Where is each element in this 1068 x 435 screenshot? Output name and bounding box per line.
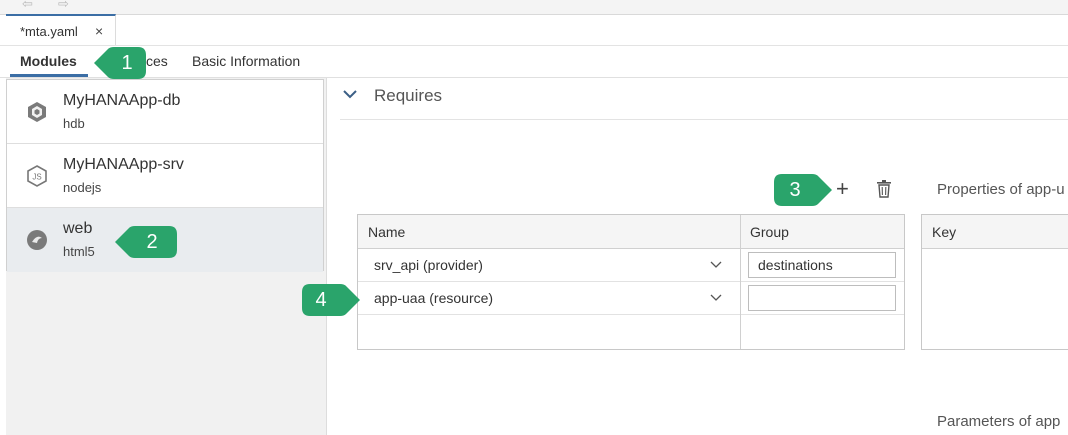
forward-arrow-icon[interactable]: ⇨ bbox=[58, 0, 69, 12]
chevron-down-icon[interactable] bbox=[710, 291, 722, 303]
group-input[interactable] bbox=[748, 285, 896, 311]
name-dropdown-value[interactable]: srv_api (provider) bbox=[374, 257, 483, 273]
nodejs-icon: JS bbox=[27, 165, 47, 187]
table-row[interactable]: app-uaa (resource) bbox=[358, 282, 904, 315]
requires-title: Requires bbox=[374, 86, 443, 105]
column-header-group: Group bbox=[750, 224, 789, 240]
table-header: Key bbox=[922, 215, 1068, 249]
chevron-down-icon[interactable] bbox=[710, 258, 722, 270]
callout-3: 3 bbox=[770, 170, 832, 210]
table-row-empty[interactable] bbox=[358, 315, 904, 348]
divider bbox=[340, 119, 1068, 120]
html5-icon bbox=[27, 230, 47, 250]
file-tab-mta-yaml[interactable]: *mta.yaml × bbox=[6, 14, 116, 45]
add-icon[interactable]: + bbox=[836, 178, 849, 200]
close-icon[interactable]: × bbox=[95, 23, 103, 39]
svg-text:JS: JS bbox=[32, 173, 41, 182]
module-name: web bbox=[63, 220, 93, 237]
module-item-db[interactable]: MyHANAApp-db hdb bbox=[7, 80, 323, 144]
callout-4: 4 bbox=[298, 280, 360, 320]
requires-table: Name Group srv_api (provider) app-uaa (r… bbox=[357, 214, 905, 350]
tab-modules[interactable]: Modules bbox=[20, 53, 77, 69]
properties-table: Key bbox=[921, 214, 1068, 350]
table-row[interactable]: srv_api (provider) bbox=[358, 249, 904, 282]
column-header-name: Name bbox=[368, 224, 406, 240]
module-type: nodejs bbox=[63, 180, 102, 195]
table-header: Name Group bbox=[358, 215, 904, 249]
back-arrow-icon[interactable]: ⇦ bbox=[22, 0, 33, 12]
file-tab-label: *mta.yaml bbox=[20, 24, 78, 39]
tab-basic-information[interactable]: Basic Information bbox=[192, 53, 300, 69]
hdb-cube-icon bbox=[28, 102, 46, 122]
properties-title: Properties of app-u bbox=[937, 181, 1065, 198]
column-header-key: Key bbox=[932, 224, 957, 240]
module-name: MyHANAApp-db bbox=[63, 92, 181, 109]
top-toolbar-strip: ⇦ ⇨ bbox=[0, 0, 1068, 15]
module-item-srv[interactable]: JS MyHANAApp-srv nodejs bbox=[7, 144, 323, 208]
group-input[interactable] bbox=[748, 252, 896, 278]
module-name: MyHANAApp-srv bbox=[63, 156, 184, 173]
callout-1: 1 bbox=[92, 43, 150, 83]
divider bbox=[0, 45, 1068, 46]
name-dropdown-value[interactable]: app-uaa (resource) bbox=[374, 290, 493, 306]
parameters-title: Parameters of app bbox=[937, 413, 1061, 430]
chevron-down-icon[interactable] bbox=[342, 86, 358, 102]
module-type: html5 bbox=[63, 244, 95, 259]
module-type: hdb bbox=[63, 116, 85, 131]
column-separator bbox=[740, 215, 741, 349]
callout-2: 2 bbox=[113, 222, 177, 262]
delete-icon[interactable] bbox=[876, 180, 892, 198]
